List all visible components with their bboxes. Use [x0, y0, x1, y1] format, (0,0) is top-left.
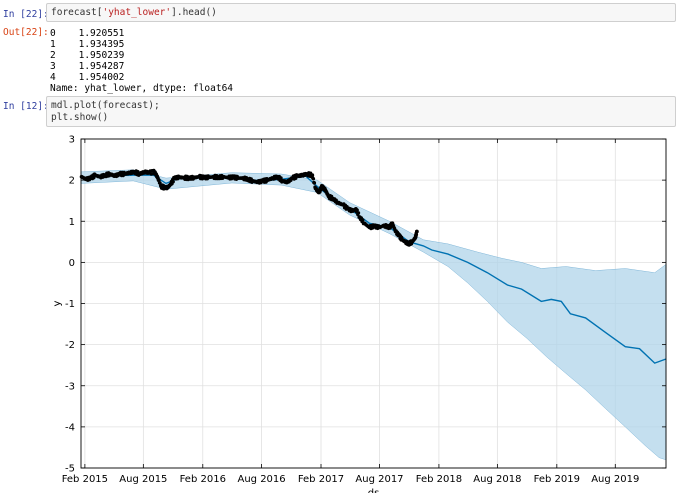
y-tick-label: 2: [69, 176, 75, 187]
output-line: 4 1.954002: [50, 72, 125, 83]
output-area: 0 1.920551 1 1.934395 2 1.950239 3 1.954287…: [50, 28, 233, 94]
code-string: 'yhat_lower': [102, 7, 172, 18]
data-point: [312, 181, 317, 185]
y-tick-label: 3: [69, 135, 75, 146]
data-point: [414, 232, 419, 237]
input-prompt: In [12]:: [3, 101, 49, 112]
code-line: mdl.plot(forecast);: [51, 100, 160, 111]
plot-output: 3 2 1 0 -1 -2 -3 -4 -5 Feb 2015 Aug 2015 Feb 2016 Au…: [46, 132, 680, 497]
x-tick-label: Aug 2019: [591, 474, 639, 485]
notebook-cell-22: In [22]: forecast['yhat_lower'].head() O…: [0, 0, 680, 95]
x-tick-label: Aug 2015: [119, 474, 167, 485]
x-tick-label: Feb 2018: [416, 474, 462, 485]
code-line: plt.show(): [51, 112, 109, 123]
x-tick-label: Feb 2015: [62, 474, 108, 485]
output-line: 0 1.920551: [50, 28, 125, 39]
code-input-area[interactable]: mdl.plot(forecast); plt.show(): [46, 96, 676, 127]
y-tick-label: -2: [65, 340, 75, 351]
output-line: 2 1.950239: [50, 50, 125, 61]
data-point: [356, 211, 361, 215]
x-tick-label: Feb 2019: [534, 474, 580, 485]
y-tick-label: -5: [65, 464, 75, 475]
input-prompt: In [22]:: [3, 9, 49, 20]
y-tick-label: -3: [65, 381, 75, 392]
y-axis-label: y: [52, 300, 63, 306]
x-axis-label: ds: [368, 488, 380, 493]
code-text: forecast[: [51, 7, 103, 18]
output-line: 3 1.954287: [50, 61, 125, 72]
code-text: ].head(): [171, 7, 217, 18]
output-line: Name: yhat_lower, dtype: float64: [50, 83, 234, 94]
x-tick-label: Aug 2017: [355, 474, 403, 485]
code-input-area[interactable]: forecast['yhat_lower'].head(): [46, 3, 676, 22]
data-point: [311, 177, 316, 181]
y-tick-label: 1: [69, 217, 75, 228]
output-line: 1 1.934395: [50, 39, 125, 50]
y-tick-label: -4: [65, 422, 75, 433]
forecast-chart: 3 2 1 0 -1 -2 -3 -4 -5Feb 2015 Aug 2015 Feb 2016 Au…: [52, 135, 667, 497]
x-tick-label: Feb 2016: [180, 474, 226, 485]
data-point: [415, 229, 419, 234]
x-tick-label: Aug 2018: [473, 474, 521, 485]
x-tick-label: Feb 2017: [298, 474, 344, 485]
x-tick-label: Aug 2016: [237, 474, 285, 485]
y-tick-label: -1: [65, 299, 75, 310]
code-line: forecast['yhat_lower'].head(): [51, 7, 671, 19]
data-point: [171, 180, 175, 184]
y-tick-label: 0: [69, 258, 75, 269]
data-point: [361, 218, 365, 222]
output-prompt: Out[22]:: [3, 27, 49, 38]
